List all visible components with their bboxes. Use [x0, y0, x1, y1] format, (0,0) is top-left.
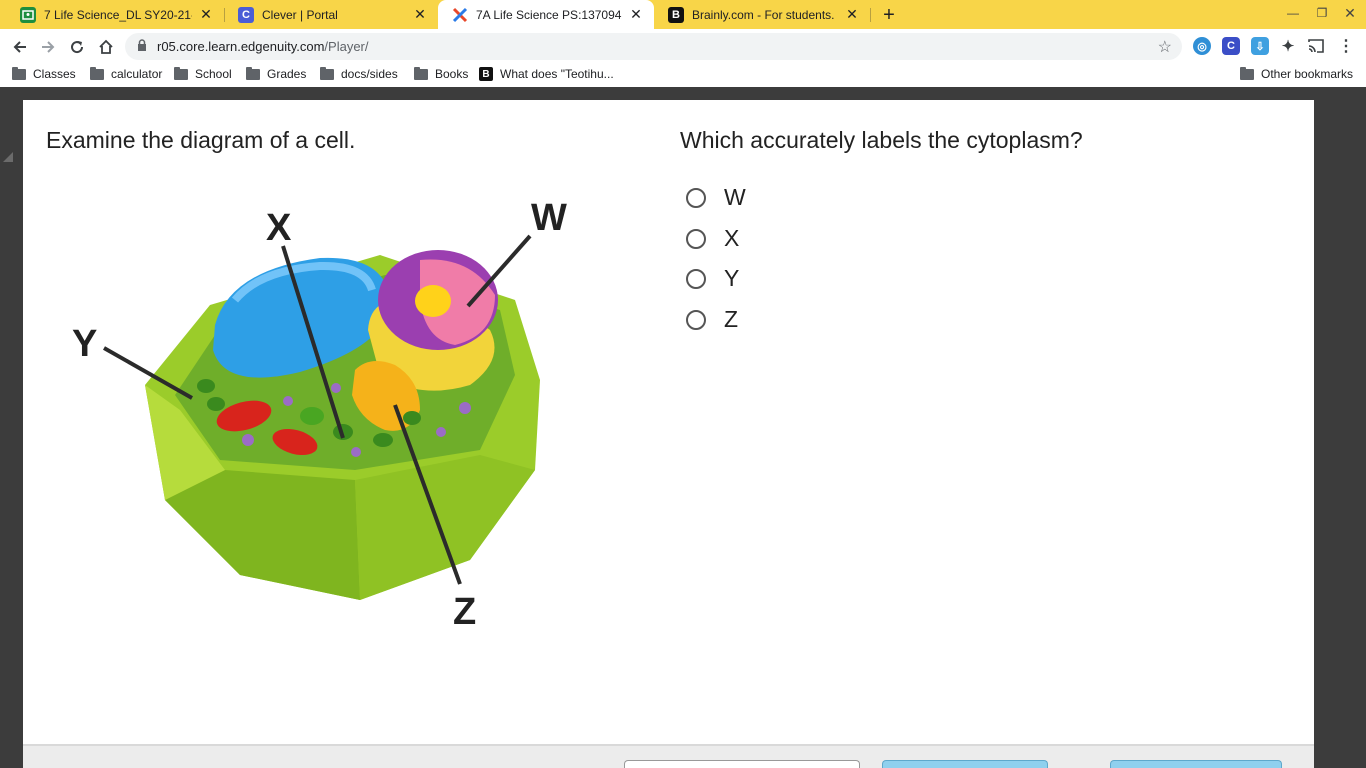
edgenuity-icon: [452, 6, 468, 23]
sidebar-toggle-icon[interactable]: [3, 152, 13, 162]
folder-icon: [174, 66, 188, 80]
footer-button-left[interactable]: [624, 760, 860, 768]
brainly-icon: B: [479, 67, 493, 81]
close-icon[interactable]: ✕: [844, 6, 860, 23]
address-bar[interactable]: r05.core.learn.edgenuity.com/Player/ ☆: [125, 33, 1182, 60]
label-w: W: [531, 197, 567, 239]
folder-icon: [414, 66, 428, 80]
lock-icon: [137, 39, 151, 54]
url-path: /Player/: [324, 39, 369, 54]
tab-brainly[interactable]: B Brainly.com - For students. By st ✕: [654, 0, 870, 29]
bookmark-label: Books: [435, 67, 469, 81]
bookmark-label: Grades: [267, 67, 307, 81]
bookmark-books[interactable]: Books: [414, 66, 469, 81]
close-icon[interactable]: ✕: [628, 6, 644, 23]
bookmarks-bar: Classes calculator School Grades docs/si…: [0, 64, 1366, 87]
tab-strip: 7 Life Science_DL SY20-21- Perio ✕ C Cle…: [0, 0, 1366, 29]
extension-shield-icon[interactable]: ⇩: [1251, 37, 1269, 55]
bookmark-grades[interactable]: Grades: [246, 66, 307, 81]
bookmark-teotihuacan[interactable]: B What does "Teotihu...: [479, 67, 614, 81]
question-prompt: Examine the diagram of a cell.: [46, 127, 356, 153]
back-icon[interactable]: [9, 36, 31, 58]
bookmark-calculator[interactable]: calculator: [90, 66, 163, 81]
cast-icon[interactable]: [1307, 37, 1325, 55]
browser-toolbar: r05.core.learn.edgenuity.com/Player/ ☆ ◎…: [0, 29, 1366, 64]
label-y: Y: [72, 323, 97, 365]
choice-label: X: [724, 225, 740, 251]
url-text: r05.core.learn.edgenuity.com/Player/: [157, 39, 369, 54]
folder-icon: [90, 66, 104, 80]
tab-clever[interactable]: C Clever | Portal ✕: [224, 0, 438, 29]
plant-cell-diagram: X W Y Z: [72, 197, 567, 633]
clever-icon: C: [238, 6, 254, 23]
label-z: Z: [453, 591, 476, 633]
bookmark-label: Classes: [33, 67, 76, 81]
radio-button[interactable]: [686, 187, 706, 208]
bookmark-label: What does "Teotihu...: [500, 67, 614, 81]
footer-button-right[interactable]: [1110, 760, 1282, 768]
radio-button[interactable]: [686, 309, 706, 330]
answer-choice-y[interactable]: Y: [686, 265, 739, 292]
classroom-icon: [20, 6, 36, 23]
folder-icon: [246, 66, 260, 80]
tab-title: 7A Life Science PS:137094 [Avil: [476, 7, 622, 22]
cell-wall-side: [355, 455, 535, 600]
tab-title: Brainly.com - For students. By st: [692, 7, 838, 22]
folder-icon: [1240, 66, 1254, 80]
choice-label: W: [724, 184, 746, 210]
bookmark-label: School: [195, 67, 232, 81]
bookmark-docs-sides[interactable]: docs/sides: [320, 66, 398, 81]
label-x: X: [266, 207, 292, 249]
bookmark-school[interactable]: School: [174, 66, 232, 81]
extension-clever-icon[interactable]: C: [1222, 37, 1240, 55]
home-icon[interactable]: [95, 36, 117, 58]
bookmark-label: docs/sides: [341, 67, 398, 81]
bookmark-other[interactable]: Other bookmarks: [1240, 66, 1354, 81]
minimize-icon[interactable]: —: [1284, 6, 1302, 20]
folder-icon: [320, 66, 334, 80]
url-host: r05.core.learn.edgenuity.com: [157, 39, 325, 54]
nucleolus: [415, 285, 451, 317]
new-tab-icon[interactable]: +: [878, 4, 900, 26]
brainly-icon: B: [668, 6, 684, 23]
answer-choice-x[interactable]: X: [686, 225, 739, 252]
bookmark-star-icon[interactable]: ☆: [1158, 37, 1172, 57]
radio-button[interactable]: [686, 228, 706, 249]
footer-button-middle[interactable]: [882, 760, 1048, 768]
close-icon[interactable]: ✕: [198, 6, 214, 23]
footer-bar: [23, 744, 1314, 768]
tab-title: Clever | Portal: [262, 7, 338, 22]
reload-icon[interactable]: [66, 36, 88, 58]
extensions-puzzle-icon[interactable]: ✦: [1279, 37, 1297, 55]
close-window-icon[interactable]: ✕: [1341, 5, 1359, 22]
cell-wall-front: [165, 470, 360, 600]
bookmark-classes[interactable]: Classes: [12, 66, 76, 81]
menu-dots-icon[interactable]: ⋮: [1337, 37, 1355, 55]
folder-icon: [12, 66, 26, 80]
choice-label: Z: [724, 306, 739, 332]
radio-button[interactable]: [686, 268, 706, 289]
close-icon[interactable]: ✕: [412, 6, 428, 23]
tab-life-science[interactable]: 7 Life Science_DL SY20-21- Perio ✕: [6, 0, 224, 29]
answer-choice-w[interactable]: W: [686, 184, 746, 211]
bookmark-label: calculator: [111, 67, 163, 81]
choice-label: Y: [724, 265, 740, 291]
extension-globe-icon[interactable]: ◎: [1193, 37, 1211, 55]
forward-icon[interactable]: [37, 36, 59, 58]
answer-choice-z[interactable]: Z: [686, 306, 738, 333]
bookmark-label: Other bookmarks: [1261, 67, 1354, 81]
tab-edgenuity-active[interactable]: 7A Life Science PS:137094 [Avil ✕: [438, 0, 654, 29]
question-text: Which accurately labels the cytoplasm?: [680, 127, 1083, 153]
tab-title: 7 Life Science_DL SY20-21- Perio: [44, 7, 192, 22]
restore-icon[interactable]: ❐: [1313, 6, 1331, 20]
